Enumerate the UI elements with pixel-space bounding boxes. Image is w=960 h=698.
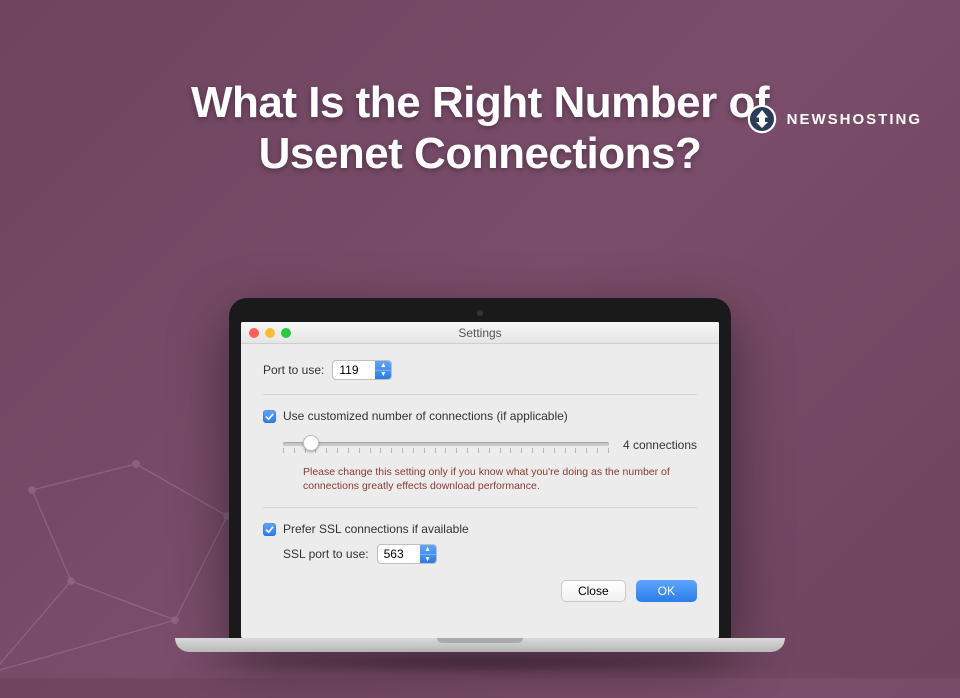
slider-ticks (283, 448, 609, 453)
settings-pane: Port to use: ▲ ▼ Use customi (241, 344, 719, 616)
button-row: Close OK (263, 580, 697, 602)
port-row: Port to use: ▲ ▼ (263, 360, 697, 380)
connections-slider-block: 4 connections Please change this setting… (283, 433, 697, 493)
divider (263, 507, 697, 508)
window-title: Settings (241, 326, 719, 340)
divider (263, 394, 697, 395)
laptop-shadow (175, 652, 785, 674)
laptop-camera (477, 310, 483, 316)
ssl-prefer-label: Prefer SSL connections if available (283, 522, 469, 536)
chevron-down-icon[interactable]: ▼ (420, 555, 436, 564)
port-input[interactable] (333, 361, 375, 379)
connections-value-label: 4 connections (623, 438, 697, 452)
slider-thumb[interactable] (303, 435, 319, 451)
window-titlebar: Settings (241, 322, 719, 344)
port-label: Port to use: (263, 363, 324, 377)
laptop-mockup: Settings Port to use: ▲ ▼ (229, 298, 731, 674)
custom-connections-checkbox[interactable] (263, 410, 276, 423)
port-stepper-buttons[interactable]: ▲ ▼ (375, 361, 391, 379)
ssl-checkbox[interactable] (263, 523, 276, 536)
checkmark-icon (265, 412, 274, 421)
ssl-port-stepper-buttons[interactable]: ▲ ▼ (420, 545, 436, 563)
ssl-block: Prefer SSL connections if available SSL … (263, 522, 697, 564)
connections-warning: Please change this setting only if you k… (303, 465, 697, 493)
headline-line-1: What Is the Right Number of (191, 78, 769, 127)
custom-connections-checkbox-row: Use customized number of connections (if… (263, 409, 697, 423)
ssl-checkbox-row: Prefer SSL connections if available (263, 522, 697, 536)
connections-slider[interactable] (283, 433, 609, 457)
settings-window: Settings Port to use: ▲ ▼ (241, 322, 719, 638)
brand-name: NEWSHOSTING (787, 111, 922, 128)
brand-logo: NEWSHOSTING (747, 104, 922, 134)
custom-connections-label: Use customized number of connections (if… (283, 409, 568, 423)
chevron-up-icon[interactable]: ▲ (375, 361, 391, 371)
ssl-port-label: SSL port to use: (283, 547, 369, 561)
laptop-base (175, 638, 785, 652)
ssl-port-row: SSL port to use: ▲ ▼ (283, 544, 697, 564)
headline-line-2: Usenet Connections? (259, 129, 702, 178)
slider-track (283, 442, 609, 446)
close-button[interactable]: Close (561, 580, 626, 602)
checkmark-icon (265, 525, 274, 534)
port-stepper[interactable]: ▲ ▼ (332, 360, 392, 380)
laptop-bezel: Settings Port to use: ▲ ▼ (229, 298, 731, 638)
newshosting-icon (747, 104, 777, 134)
ssl-port-input[interactable] (378, 545, 420, 563)
chevron-up-icon[interactable]: ▲ (420, 545, 436, 555)
chevron-down-icon[interactable]: ▼ (375, 371, 391, 380)
ssl-port-stepper[interactable]: ▲ ▼ (377, 544, 437, 564)
ok-button[interactable]: OK (636, 580, 697, 602)
